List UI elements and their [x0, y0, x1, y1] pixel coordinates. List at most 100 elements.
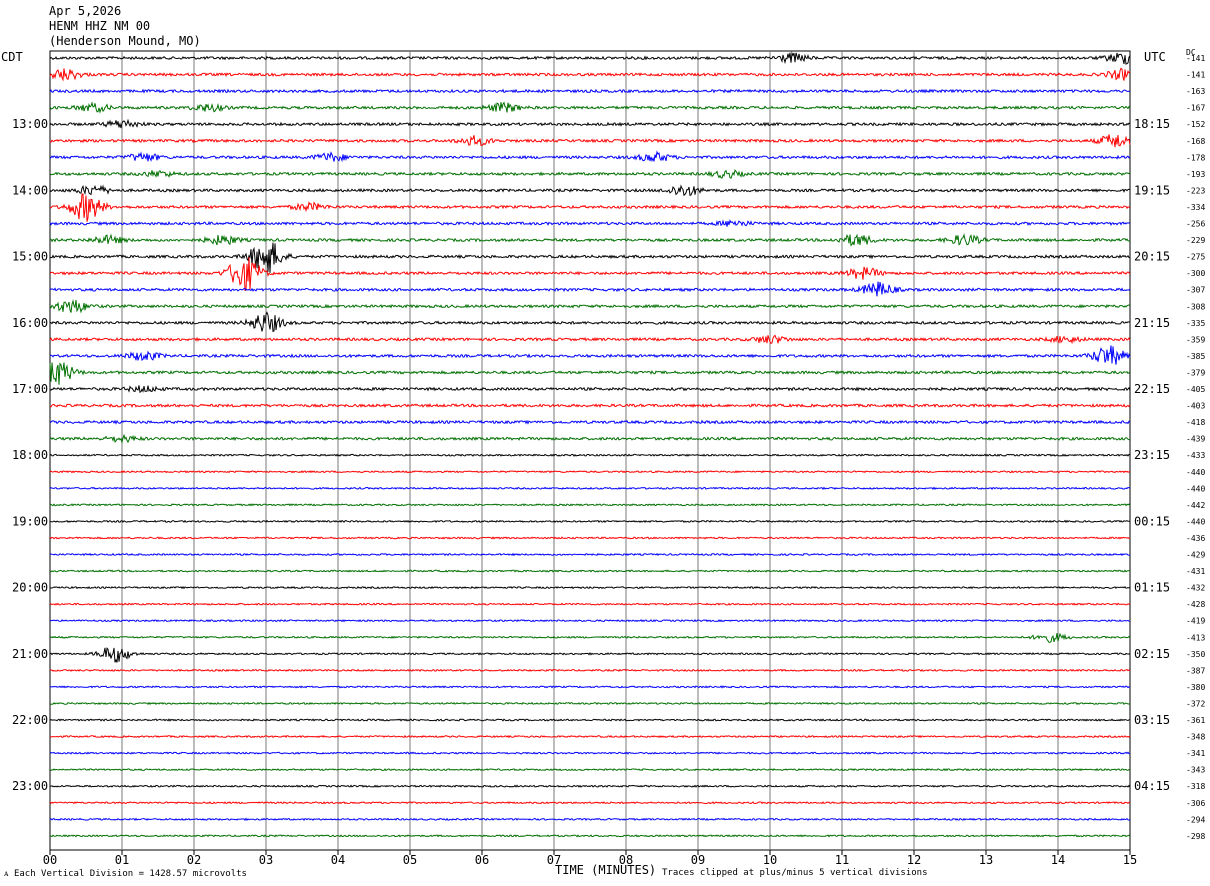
- left-hour-label: 14:00: [12, 183, 48, 197]
- trace-row: [49, 233, 1131, 247]
- row-labels: -141-141-163-167-152-168-178-193-223-334…: [12, 54, 1205, 841]
- trace-row: [49, 569, 1131, 573]
- right-hour-label: 22:15: [1134, 382, 1170, 396]
- scale-note-text: Each Vertical Division = 1428.57 microvo…: [13, 869, 247, 879]
- dc-offset-label: -343: [1186, 766, 1205, 775]
- trace-row: [49, 685, 1131, 689]
- trace-row: [49, 311, 1131, 333]
- right-hour-label: 19:15: [1134, 183, 1170, 197]
- trace-row: [49, 403, 1131, 409]
- trace-row: [49, 602, 1131, 606]
- left-hour-label: 21:00: [12, 647, 48, 661]
- trace-row: [49, 619, 1131, 623]
- trace-row: [49, 751, 1131, 755]
- scale-note: ᴀ Each Vertical Division = 1428.57 micro…: [4, 869, 247, 879]
- dc-offset-label: -223: [1186, 186, 1205, 195]
- x-tick-label: 10: [763, 853, 777, 867]
- dc-offset-label: -334: [1186, 203, 1205, 212]
- trace-row: [49, 817, 1131, 821]
- dc-offset-label: -168: [1186, 137, 1205, 146]
- dc-label: DC: [1186, 48, 1196, 57]
- trace-row: [49, 257, 1131, 292]
- trace-row: [49, 362, 1131, 385]
- x-tick-label: 15: [1123, 853, 1137, 867]
- dc-offset-label: -429: [1186, 551, 1205, 560]
- trace-row: [49, 503, 1131, 507]
- seismogram-plot: 00 01 02 03 04 05 06 07 08 09 10 11 12 13 14 15 -141-14…: [12, 50, 1205, 867]
- trace-row: [49, 385, 1131, 393]
- dc-offset-label: -152: [1186, 120, 1205, 129]
- x-tick-label: 13: [979, 853, 993, 867]
- dc-offset-label: -300: [1186, 269, 1205, 278]
- trace-row: [49, 668, 1131, 672]
- right-hour-label: 20:15: [1134, 250, 1170, 264]
- dc-offset-label: -440: [1186, 517, 1205, 526]
- right-hour-label: 01:15: [1134, 581, 1170, 595]
- trace-row: [49, 632, 1131, 643]
- trace-row: [49, 299, 1131, 314]
- dc-offset-label: -431: [1186, 567, 1205, 576]
- dc-offset-label: -229: [1186, 236, 1205, 245]
- dc-offset-label: -163: [1186, 87, 1205, 96]
- trace-row: [49, 647, 1131, 663]
- dc-offset-label: -440: [1186, 484, 1205, 493]
- trace-row: [49, 219, 1131, 227]
- trace-row: [49, 552, 1131, 557]
- trace-row: [49, 193, 1131, 222]
- x-tick-label: 09: [691, 853, 705, 867]
- trace-row: [49, 834, 1131, 838]
- left-timezone-label: CDT: [1, 50, 23, 64]
- left-hour-label: 18:00: [12, 448, 48, 462]
- dc-offset-label: -350: [1186, 650, 1205, 659]
- trace-row: [49, 784, 1131, 788]
- trace-row: [49, 433, 1131, 445]
- trace-row: [49, 334, 1131, 345]
- dc-offset-label: -379: [1186, 368, 1205, 377]
- dc-offset-label: -413: [1186, 633, 1205, 642]
- x-tick-label: 14: [1051, 853, 1065, 867]
- trace-row: [50, 519, 1131, 524]
- trace-row: [49, 701, 1131, 706]
- trace-row: [49, 718, 1131, 722]
- trace-row: [49, 150, 1131, 163]
- left-hour-label: 17:00: [12, 382, 48, 396]
- left-hour-label: 13:00: [12, 117, 48, 131]
- trace-row: [49, 345, 1131, 365]
- trace-row: [49, 51, 1131, 65]
- dc-offset-label: -380: [1186, 683, 1205, 692]
- right-hour-label: 00:15: [1134, 514, 1170, 528]
- dc-offset-label: -405: [1186, 385, 1205, 394]
- x-tick-label: 11: [835, 853, 849, 867]
- right-timezone-label: UTC: [1144, 50, 1166, 64]
- trace-row: [49, 585, 1131, 590]
- header-station: HENM HHZ NM 00: [49, 19, 151, 33]
- dc-offset-label: -318: [1186, 782, 1205, 791]
- trace-row: [49, 184, 1131, 197]
- dc-offset-label: -419: [1186, 617, 1205, 626]
- dc-offset-label: -372: [1186, 699, 1205, 708]
- dc-offset-label: -403: [1186, 402, 1205, 411]
- trace-row: [49, 801, 1131, 805]
- dc-offset-label: -439: [1186, 435, 1205, 444]
- trace-row: [49, 281, 1131, 297]
- x-tick-label: 05: [403, 853, 417, 867]
- x-tick-label: 00: [43, 853, 57, 867]
- dc-offset-label: -428: [1186, 600, 1205, 609]
- dc-offset-label: -178: [1186, 153, 1205, 162]
- dc-offset-label: -341: [1186, 749, 1205, 758]
- plot-frame: [49, 50, 1131, 851]
- right-hour-label: 02:15: [1134, 647, 1170, 661]
- x-tick-label: 04: [331, 853, 345, 867]
- x-tick-label: 02: [187, 853, 201, 867]
- dc-offset-label: -167: [1186, 104, 1205, 113]
- x-tick-label: 03: [259, 853, 273, 867]
- dc-offset-label: -361: [1186, 716, 1205, 725]
- vertical-gridlines: [121, 51, 1059, 850]
- trace-row: [49, 536, 1131, 540]
- dc-offset-label: -306: [1186, 799, 1205, 808]
- left-hour-label: 15:00: [12, 250, 48, 264]
- trace-row: [49, 470, 1131, 474]
- clip-note: Traces clipped at plus/minus 5 vertical …: [662, 868, 928, 878]
- right-hour-label: 18:15: [1134, 117, 1170, 131]
- trace-row: [49, 134, 1131, 148]
